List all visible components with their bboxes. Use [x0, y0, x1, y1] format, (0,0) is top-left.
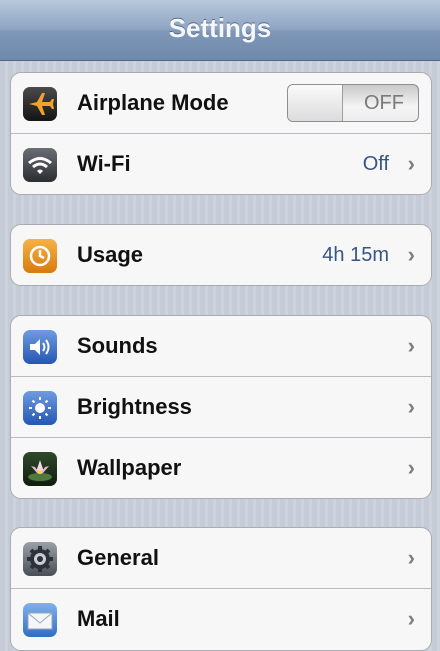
- general-label: General: [77, 545, 159, 570]
- clock-icon: [23, 239, 57, 273]
- usage-label: Usage: [77, 242, 144, 267]
- toggle-knob: [288, 85, 343, 121]
- settings-group-connectivity: Airplane Mode OFF Wi-Fi Off ›: [10, 72, 432, 195]
- mail-label: Mail: [77, 606, 120, 631]
- page-title: Settings: [168, 13, 272, 43]
- airplane-mode-label: Airplane Mode: [77, 90, 229, 115]
- wallpaper-label: Wallpaper: [77, 455, 182, 480]
- usage-row[interactable]: Usage 4h 15m ›: [11, 225, 431, 285]
- settings-group-general: General › Mail ›: [10, 527, 432, 651]
- airplane-icon: [23, 87, 57, 121]
- chevron-right-icon: ›: [407, 455, 415, 480]
- chevron-right-icon: ›: [407, 242, 415, 267]
- wifi-row[interactable]: Wi-Fi Off ›: [11, 133, 431, 194]
- speaker-icon: [23, 330, 57, 364]
- airplane-mode-toggle[interactable]: OFF: [287, 84, 419, 122]
- usage-value: 4h 15m: [322, 244, 389, 266]
- sounds-label: Sounds: [77, 333, 158, 358]
- chevron-right-icon: ›: [407, 151, 415, 176]
- brightness-row[interactable]: Brightness ›: [11, 376, 431, 437]
- wifi-status: Off: [362, 153, 389, 175]
- settings-group-media: Sounds › Brightness › Wallpaper ›: [10, 315, 432, 499]
- wifi-label: Wi-Fi: [77, 151, 131, 176]
- envelope-icon: [23, 603, 57, 637]
- wifi-icon: [23, 148, 57, 182]
- flower-icon: [23, 452, 57, 486]
- chevron-right-icon: ›: [407, 333, 415, 358]
- brightness-label: Brightness: [77, 394, 192, 419]
- wallpaper-row[interactable]: Wallpaper ›: [11, 437, 431, 498]
- chevron-right-icon: ›: [407, 394, 415, 419]
- mail-row[interactable]: Mail ›: [11, 588, 431, 649]
- toggle-state: OFF: [364, 92, 404, 114]
- general-row[interactable]: General ›: [11, 528, 431, 588]
- chevron-right-icon: ›: [407, 606, 415, 631]
- sun-icon: [23, 391, 57, 425]
- settings-group-usage: Usage 4h 15m ›: [10, 224, 432, 286]
- navigation-bar: Settings: [0, 0, 440, 61]
- chevron-right-icon: ›: [407, 545, 415, 570]
- sounds-row[interactable]: Sounds ›: [11, 316, 431, 376]
- airplane-mode-row: Airplane Mode OFF: [11, 73, 431, 133]
- gear-icon: [23, 542, 57, 576]
